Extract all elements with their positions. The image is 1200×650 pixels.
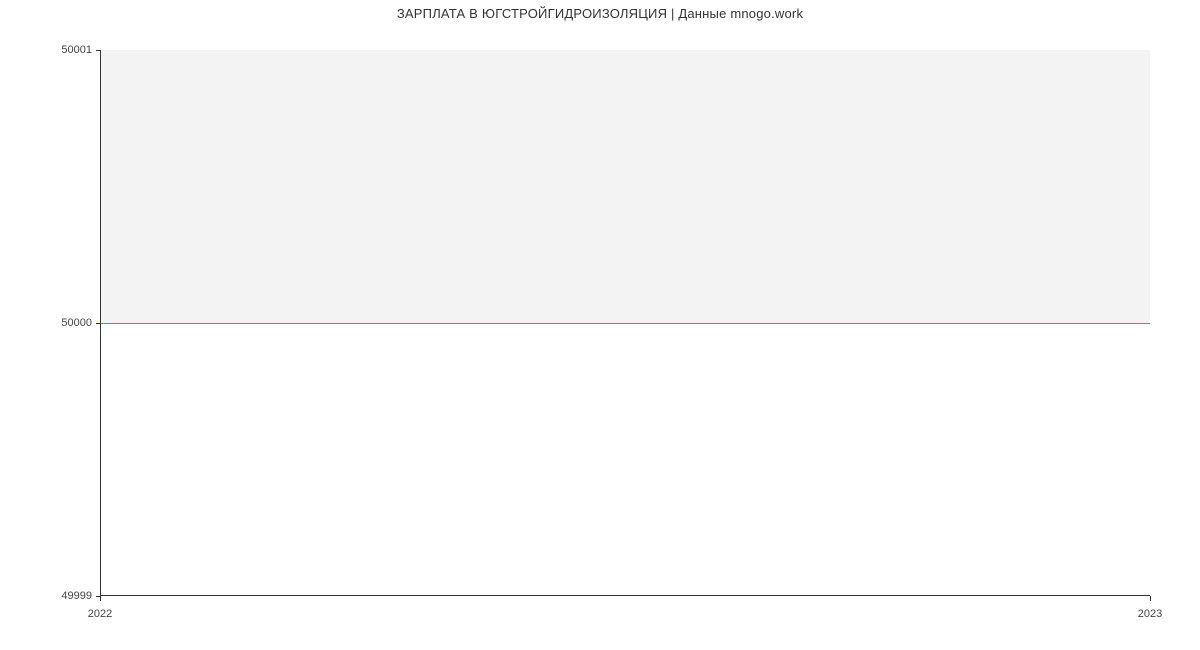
x-axis bbox=[100, 595, 1150, 596]
data-line bbox=[100, 323, 1150, 324]
chart-title: ЗАРПЛАТА В ЮГСТРОЙГИДРОИЗОЛЯЦИЯ | Данные… bbox=[0, 6, 1200, 21]
x-tick bbox=[1150, 596, 1151, 601]
y-tick bbox=[96, 50, 100, 51]
x-tick-label: 2022 bbox=[88, 608, 112, 620]
x-tick-label: 2023 bbox=[1138, 608, 1162, 620]
plot-area bbox=[100, 50, 1150, 596]
plot-band-upper bbox=[100, 50, 1150, 323]
y-tick-label: 49999 bbox=[61, 590, 92, 602]
x-tick bbox=[100, 596, 101, 601]
y-axis bbox=[100, 50, 101, 596]
y-tick-label: 50001 bbox=[61, 44, 92, 56]
y-tick bbox=[96, 323, 100, 324]
y-tick-label: 50000 bbox=[61, 317, 92, 329]
